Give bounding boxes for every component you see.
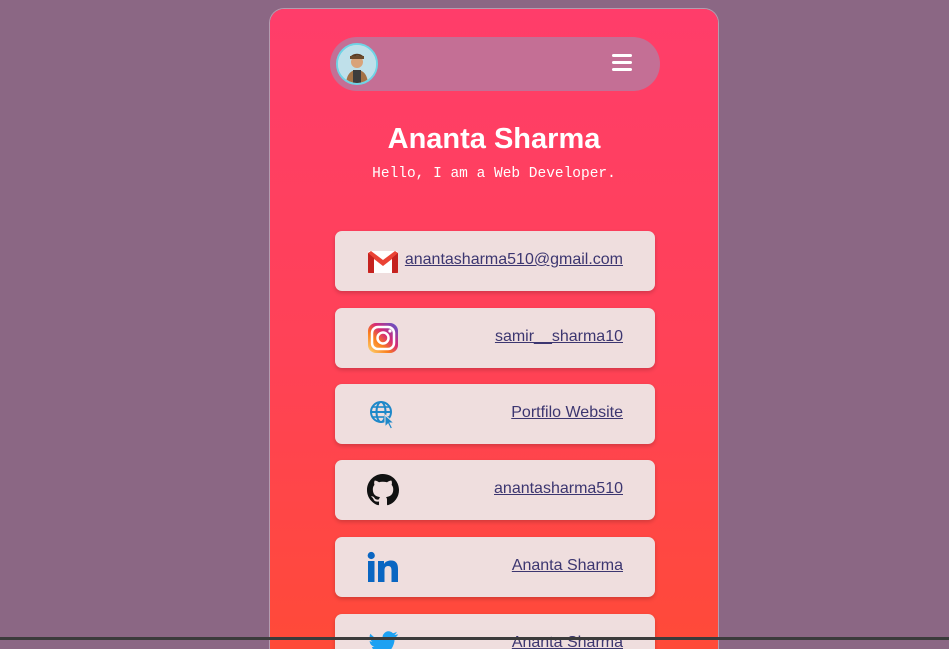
instagram-icon [367, 322, 399, 354]
avatar[interactable] [336, 43, 378, 85]
instagram-link[interactable]: samir__sharma10 [495, 328, 623, 346]
link-card-email[interactable]: anantasharma510@gmail.com [335, 231, 655, 291]
github-link[interactable]: anantasharma510 [494, 480, 623, 498]
link-card-twitter[interactable]: Ananta Sharma [335, 614, 655, 649]
link-card-github[interactable]: anantasharma510 [335, 460, 655, 520]
profile-name: Ananta Sharma [387, 123, 601, 155]
profile-card: Ananta Sharma Hello, I am a Web Develope… [270, 9, 718, 649]
avatar-photo [338, 45, 376, 83]
gmail-icon [367, 245, 399, 277]
link-card-instagram[interactable]: samir__sharma10 [335, 308, 655, 368]
link-card-linkedin[interactable]: Ananta Sharma [335, 537, 655, 597]
navbar [330, 37, 660, 91]
email-link[interactable]: anantasharma510@gmail.com [405, 251, 623, 269]
linkedin-icon [367, 551, 399, 583]
github-icon [367, 474, 399, 506]
globe-cursor-icon [367, 398, 399, 430]
link-card-website[interactable]: Portfilo Website [335, 384, 655, 444]
hamburger-menu-icon[interactable] [612, 54, 632, 72]
website-link[interactable]: Portfilo Website [511, 404, 623, 422]
profile-tagline: Hello, I am a Web Developer. [372, 166, 616, 182]
linkedin-link[interactable]: Ananta Sharma [512, 557, 623, 575]
